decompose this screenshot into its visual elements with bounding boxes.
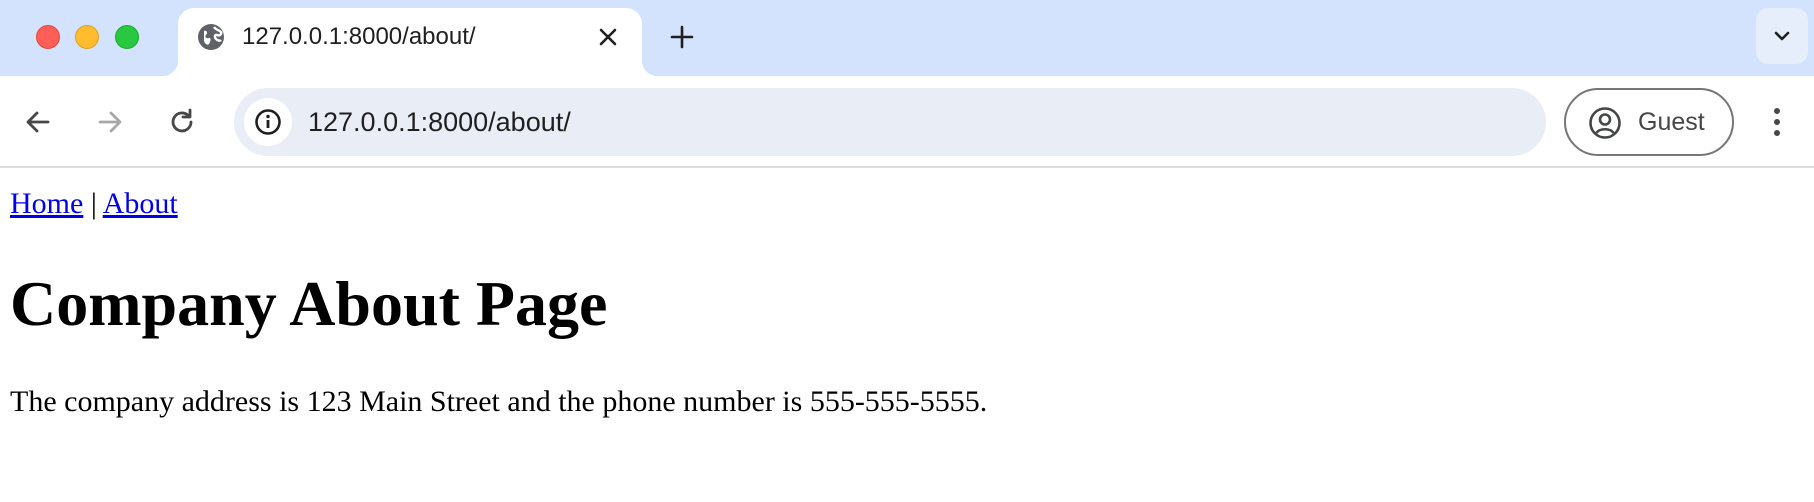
- nav-separator: |: [90, 187, 97, 220]
- forward-arrow-icon[interactable]: [92, 104, 128, 140]
- window-minimize-button[interactable]: [75, 25, 99, 49]
- browser-toolbar: 127.0.0.1:8000/about/ Guest: [0, 76, 1814, 168]
- more-vertical-icon[interactable]: [1762, 104, 1792, 140]
- tab-search-button[interactable]: [1756, 8, 1808, 64]
- home-link[interactable]: Home: [10, 187, 83, 220]
- chevron-down-icon: [1774, 31, 1790, 41]
- back-arrow-icon[interactable]: [20, 104, 56, 140]
- new-tab-plus-icon[interactable]: [668, 23, 696, 51]
- page-heading: Company About Page: [10, 268, 608, 339]
- about-link[interactable]: About: [103, 187, 178, 220]
- address-bar[interactable]: 127.0.0.1:8000/about/: [234, 88, 1546, 156]
- reload-icon[interactable]: [164, 104, 200, 140]
- url-text[interactable]: 127.0.0.1:8000/about/: [308, 104, 571, 140]
- tab-title: 127.0.0.1:8000/about/: [242, 23, 476, 50]
- page-content: Home | About Company About Page The comp…: [0, 170, 1814, 502]
- globe-icon: [196, 22, 226, 52]
- window-zoom-button[interactable]: [115, 25, 139, 49]
- tab-strip: 127.0.0.1:8000/about/: [0, 0, 1814, 76]
- browser-tab-active[interactable]: 127.0.0.1:8000/about/: [162, 8, 658, 76]
- profile-label: Guest: [1638, 108, 1705, 136]
- account-circle-icon: [1589, 107, 1621, 139]
- window-close-button[interactable]: [36, 25, 60, 49]
- profile-button[interactable]: Guest: [1564, 88, 1734, 156]
- tab-close-icon[interactable]: [596, 25, 620, 49]
- site-nav: Home | About: [10, 184, 178, 224]
- company-info-paragraph: The company address is 123 Main Street a…: [10, 385, 988, 418]
- info-icon: [255, 109, 281, 135]
- site-info-button[interactable]: [244, 98, 292, 146]
